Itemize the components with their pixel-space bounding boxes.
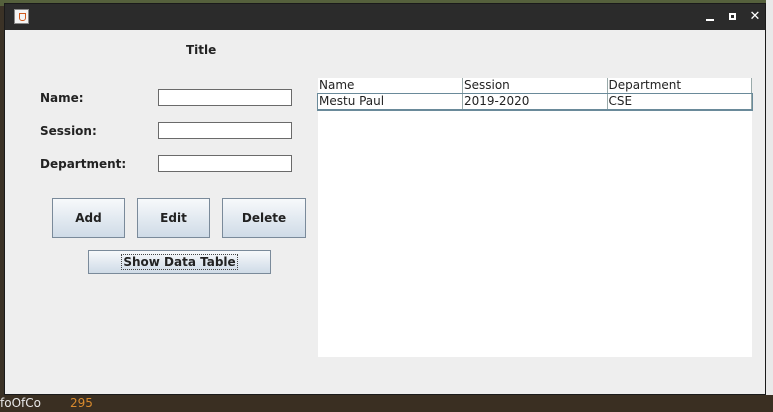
desktop-background-right bbox=[766, 0, 773, 412]
cell-department[interactable]: CSE bbox=[607, 93, 752, 110]
data-table-panel[interactable]: Name Session Department Mestu Paul 2019-… bbox=[317, 78, 753, 357]
close-icon: ✕ bbox=[749, 9, 761, 24]
minimize-button[interactable] bbox=[702, 9, 718, 25]
show-data-table-button[interactable]: Show Data Table bbox=[88, 250, 271, 274]
minimize-icon bbox=[706, 19, 714, 21]
desktop-text: foOfCo bbox=[0, 396, 41, 410]
name-field[interactable] bbox=[158, 89, 292, 106]
maximize-icon bbox=[729, 13, 736, 20]
department-field[interactable] bbox=[158, 155, 292, 172]
cell-name[interactable]: Mestu Paul bbox=[318, 93, 463, 110]
data-table[interactable]: Name Session Department Mestu Paul 2019-… bbox=[317, 78, 753, 111]
column-header-name[interactable]: Name bbox=[318, 78, 463, 94]
title-bar[interactable]: ✕ bbox=[5, 4, 765, 30]
table-header-row: Name Session Department bbox=[318, 78, 752, 94]
name-label: Name: bbox=[40, 91, 84, 105]
close-button[interactable]: ✕ bbox=[747, 9, 763, 25]
java-app-icon bbox=[14, 9, 29, 24]
desktop-background-bottom bbox=[0, 395, 773, 412]
edit-button[interactable]: Edit bbox=[137, 198, 210, 238]
session-field[interactable] bbox=[158, 122, 292, 139]
table-row[interactable]: Mestu Paul 2019-2020 CSE bbox=[317, 92, 753, 111]
content-pane: Title Name: Session: Department: Add Edi… bbox=[5, 30, 765, 394]
session-label: Session: bbox=[40, 124, 97, 138]
cell-session[interactable]: 2019-2020 bbox=[462, 93, 608, 110]
app-window: ✕ Title Name: Session: Department: Add E… bbox=[4, 3, 766, 395]
delete-button[interactable]: Delete bbox=[222, 198, 306, 238]
desktop-number: 295 bbox=[70, 396, 93, 410]
column-header-session[interactable]: Session bbox=[462, 78, 608, 94]
show-data-table-label: Show Data Table bbox=[121, 254, 238, 270]
column-header-department[interactable]: Department bbox=[607, 78, 752, 94]
form-title: Title bbox=[186, 43, 217, 57]
maximize-button[interactable] bbox=[725, 9, 741, 25]
department-label: Department: bbox=[40, 157, 127, 171]
add-button[interactable]: Add bbox=[52, 198, 125, 238]
